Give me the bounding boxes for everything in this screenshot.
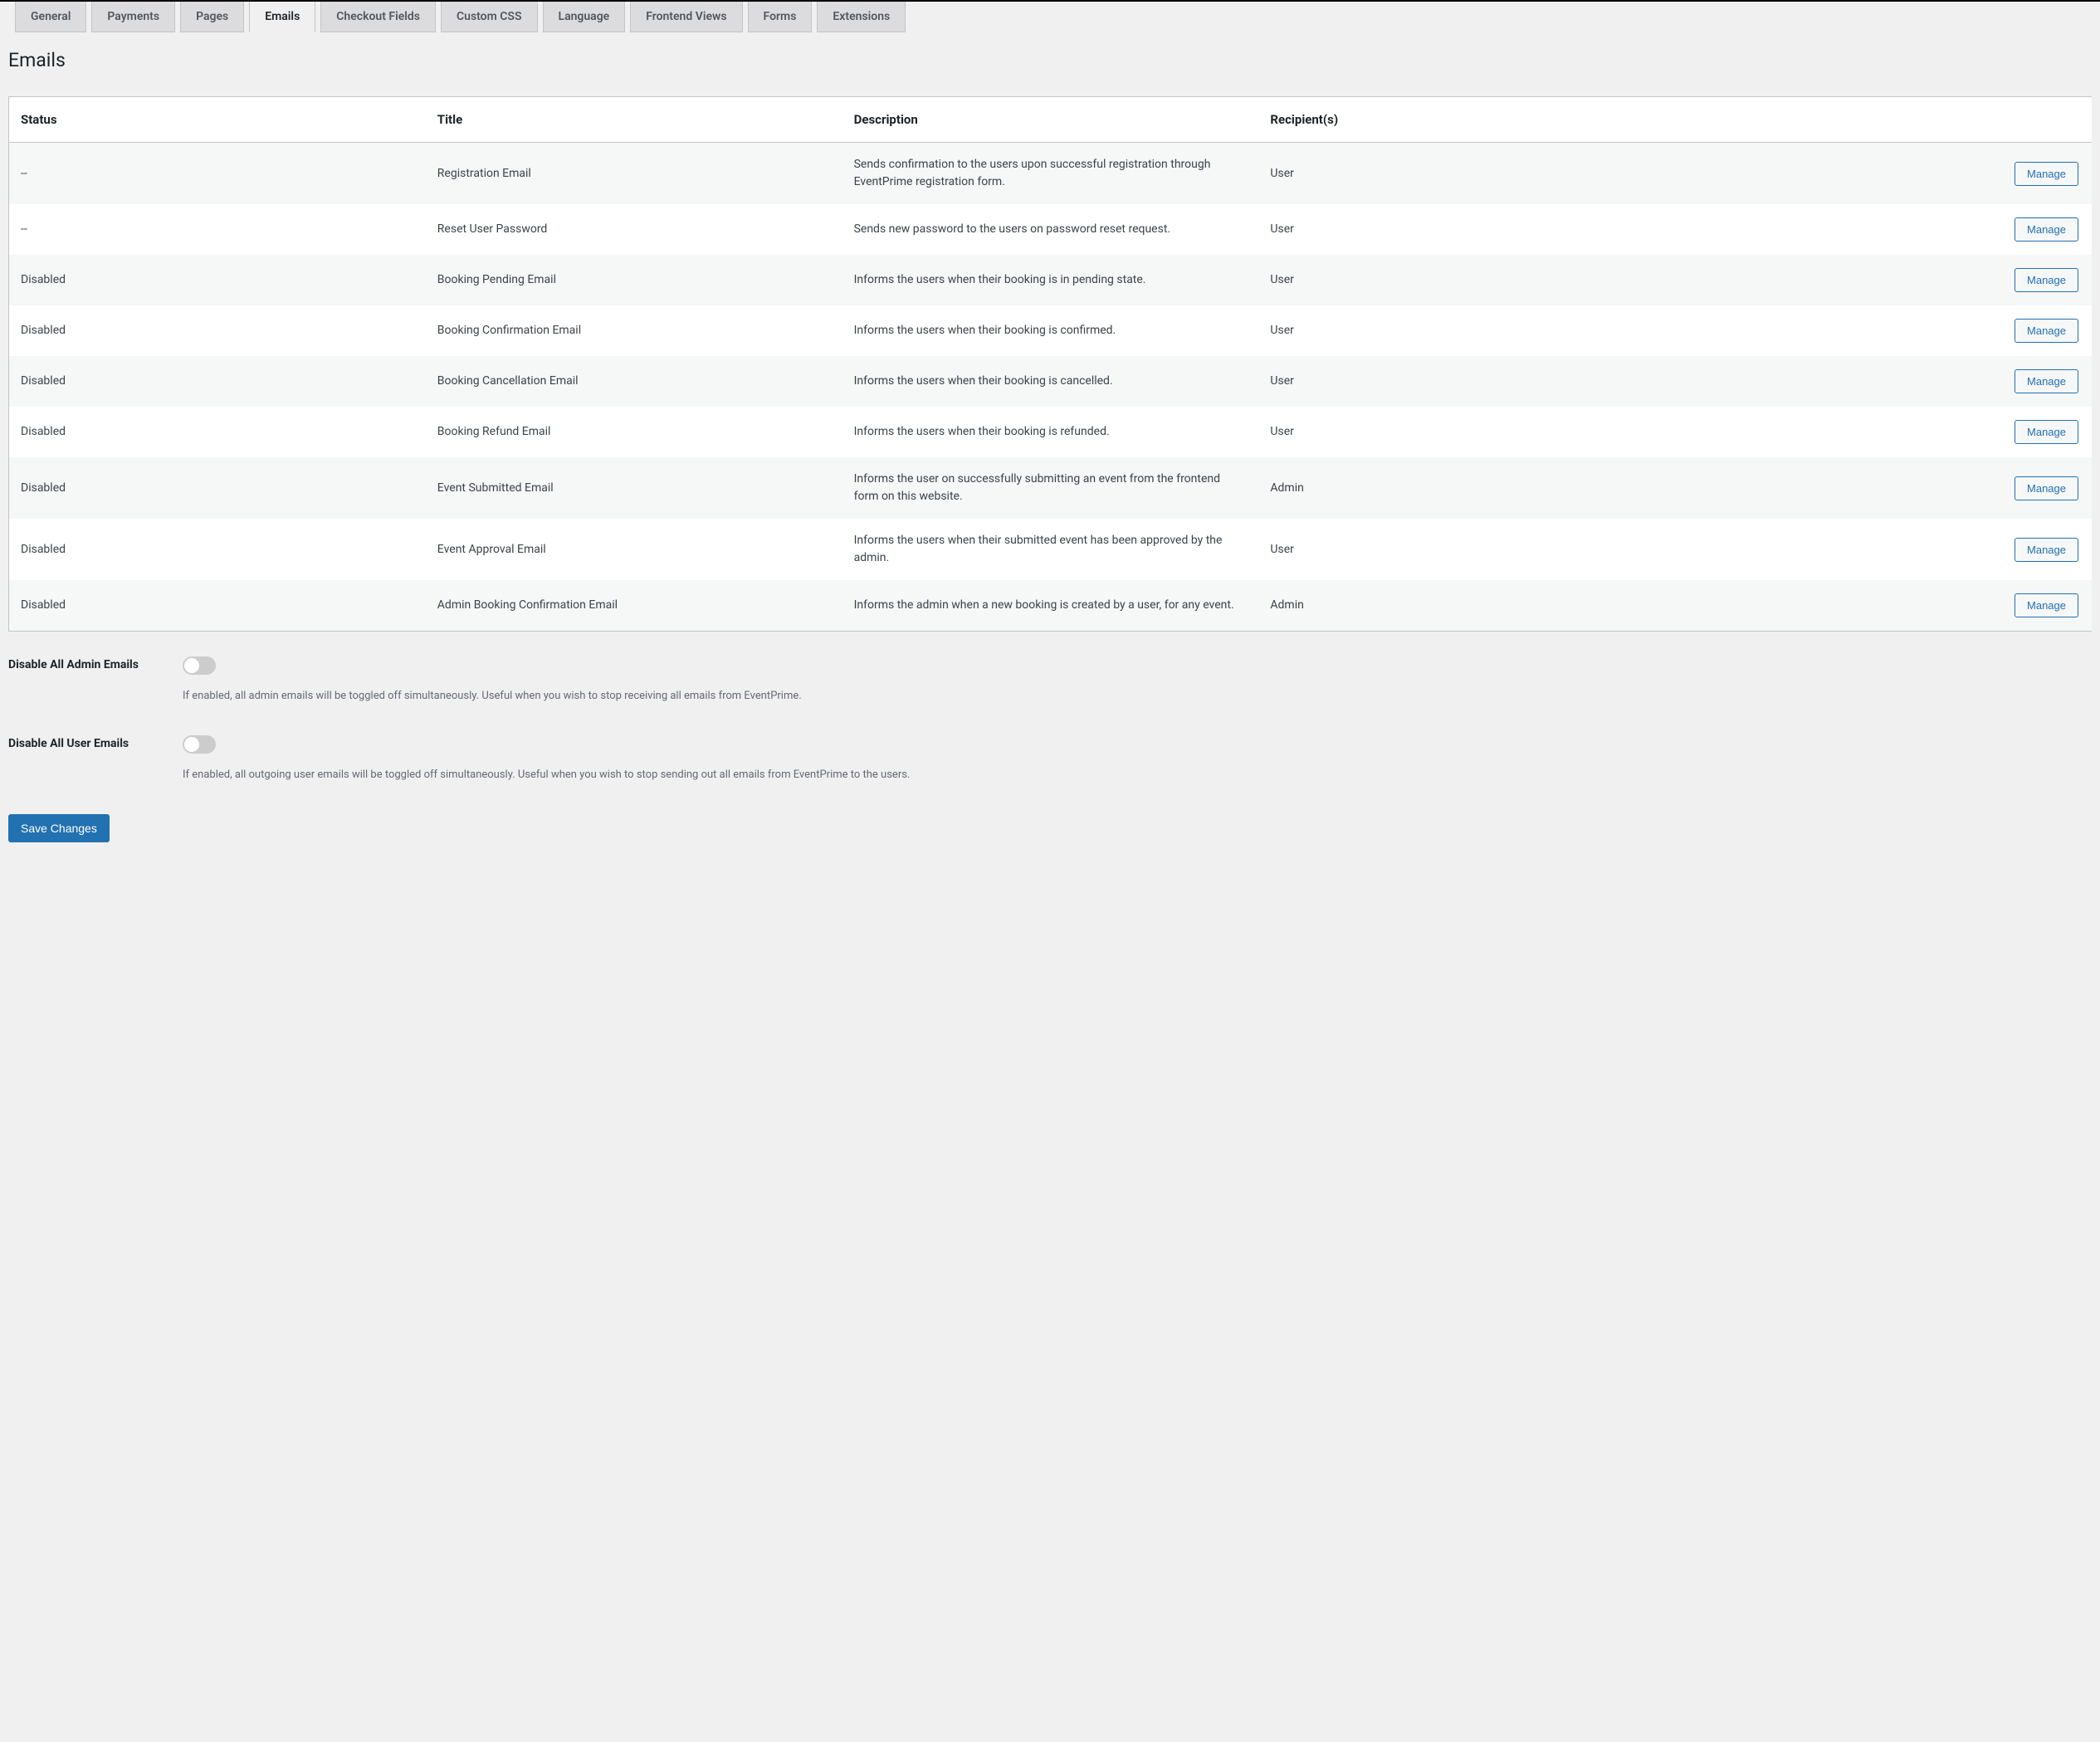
setting-control-disable-admin: If enabled, all admin emails will be tog… [183, 656, 2092, 702]
cell-description: Sends confirmation to the users upon suc… [842, 143, 1259, 205]
tabs-nav: General Payments Pages Emails Checkout F… [0, 2, 2100, 32]
manage-button[interactable]: Manage [2015, 217, 2078, 242]
table-row: --Registration EmailSends confirmation t… [9, 143, 2092, 205]
cell-action: Manage [1925, 255, 2092, 305]
header-recipients: Recipient(s) [1258, 97, 1925, 143]
tab-pages[interactable]: Pages [180, 2, 244, 32]
cell-description: Informs the users when their booking is … [842, 407, 1259, 457]
setting-help-disable-admin: If enabled, all admin emails will be tog… [183, 690, 2092, 702]
cell-recipients: Admin [1258, 457, 1925, 519]
setting-label-disable-user: Disable All User Emails [8, 735, 183, 781]
cell-action: Manage [1925, 305, 2092, 356]
tab-language[interactable]: Language [543, 2, 626, 32]
cell-action: Manage [1925, 519, 2092, 580]
table-row: DisabledBooking Cancellation EmailInform… [9, 356, 2092, 407]
cell-title: Booking Pending Email [426, 255, 842, 305]
cell-action: Manage [1925, 580, 2092, 631]
emails-table-container: Status Title Description Recipient(s) --… [8, 96, 2092, 632]
tab-payments[interactable]: Payments [91, 2, 175, 32]
settings-section: Disable All Admin Emails If enabled, all… [0, 656, 2100, 781]
cell-recipients: User [1258, 305, 1925, 356]
manage-button[interactable]: Manage [2015, 162, 2078, 186]
manage-button[interactable]: Manage [2015, 476, 2078, 500]
tab-frontend-views[interactable]: Frontend Views [630, 2, 742, 32]
header-title: Title [426, 97, 842, 143]
cell-title: Event Submitted Email [426, 457, 842, 519]
setting-label-disable-admin: Disable All Admin Emails [8, 656, 183, 702]
table-row: DisabledAdmin Booking Confirmation Email… [9, 580, 2092, 631]
tab-forms[interactable]: Forms [748, 2, 813, 32]
save-button[interactable]: Save Changes [8, 814, 110, 842]
manage-button[interactable]: Manage [2015, 319, 2078, 343]
cell-title: Booking Cancellation Email [426, 356, 842, 407]
table-row: DisabledBooking Pending EmailInforms the… [9, 255, 2092, 305]
cell-status: -- [9, 143, 426, 205]
cell-description: Sends new password to the users on passw… [842, 204, 1259, 255]
cell-recipients: User [1258, 356, 1925, 407]
cell-status: Disabled [9, 255, 426, 305]
tab-checkout-fields[interactable]: Checkout Fields [320, 2, 436, 32]
cell-description: Informs the admin when a new booking is … [842, 580, 1259, 631]
manage-button[interactable]: Manage [2015, 268, 2078, 292]
cell-status: Disabled [9, 580, 426, 631]
setting-control-disable-user: If enabled, all outgoing user emails wil… [183, 735, 2092, 781]
cell-title: Reset User Password [426, 204, 842, 255]
manage-button[interactable]: Manage [2015, 538, 2078, 562]
cell-title: Booking Confirmation Email [426, 305, 842, 356]
toggle-disable-admin-emails[interactable] [183, 656, 216, 675]
cell-description: Informs the user on successfully submitt… [842, 457, 1259, 519]
tab-general[interactable]: General [15, 2, 86, 32]
cell-title: Admin Booking Confirmation Email [426, 580, 842, 631]
cell-title: Event Approval Email [426, 519, 842, 580]
emails-table: Status Title Description Recipient(s) --… [9, 97, 2092, 631]
cell-action: Manage [1925, 204, 2092, 255]
table-row: DisabledEvent Approval EmailInforms the … [9, 519, 2092, 580]
cell-recipients: User [1258, 255, 1925, 305]
header-status: Status [9, 97, 426, 143]
cell-action: Manage [1925, 143, 2092, 205]
cell-status: Disabled [9, 356, 426, 407]
header-action [1925, 97, 2092, 143]
cell-status: Disabled [9, 407, 426, 457]
tab-custom-css[interactable]: Custom CSS [441, 2, 538, 32]
cell-description: Informs the users when their booking is … [842, 255, 1259, 305]
save-row: Save Changes [0, 814, 2100, 842]
manage-button[interactable]: Manage [2015, 369, 2078, 393]
cell-status: Disabled [9, 457, 426, 519]
cell-description: Informs the users when their submitted e… [842, 519, 1259, 580]
cell-title: Registration Email [426, 143, 842, 205]
tab-extensions[interactable]: Extensions [817, 2, 906, 32]
manage-button[interactable]: Manage [2015, 420, 2078, 444]
cell-action: Manage [1925, 457, 2092, 519]
tab-emails[interactable]: Emails [249, 2, 315, 32]
table-row: DisabledBooking Refund EmailInforms the … [9, 407, 2092, 457]
cell-recipients: User [1258, 204, 1925, 255]
table-header-row: Status Title Description Recipient(s) [9, 97, 2092, 143]
manage-button[interactable]: Manage [2015, 593, 2078, 617]
cell-description: Informs the users when their booking is … [842, 356, 1259, 407]
cell-action: Manage [1925, 356, 2092, 407]
header-description: Description [842, 97, 1259, 143]
cell-title: Booking Refund Email [426, 407, 842, 457]
cell-action: Manage [1925, 407, 2092, 457]
setting-disable-user-emails: Disable All User Emails If enabled, all … [8, 735, 2092, 781]
cell-status: -- [9, 204, 426, 255]
setting-help-disable-user: If enabled, all outgoing user emails wil… [183, 769, 2092, 781]
table-row: DisabledBooking Confirmation EmailInform… [9, 305, 2092, 356]
setting-disable-admin-emails: Disable All Admin Emails If enabled, all… [8, 656, 2092, 702]
toggle-disable-user-emails[interactable] [183, 735, 216, 754]
table-row: DisabledEvent Submitted EmailInforms the… [9, 457, 2092, 519]
cell-status: Disabled [9, 305, 426, 356]
cell-recipients: User [1258, 407, 1925, 457]
page-title: Emails [0, 32, 2100, 80]
cell-description: Informs the users when their booking is … [842, 305, 1259, 356]
cell-recipients: User [1258, 519, 1925, 580]
cell-recipients: Admin [1258, 580, 1925, 631]
table-row: --Reset User PasswordSends new password … [9, 204, 2092, 255]
cell-recipients: User [1258, 143, 1925, 205]
cell-status: Disabled [9, 519, 426, 580]
